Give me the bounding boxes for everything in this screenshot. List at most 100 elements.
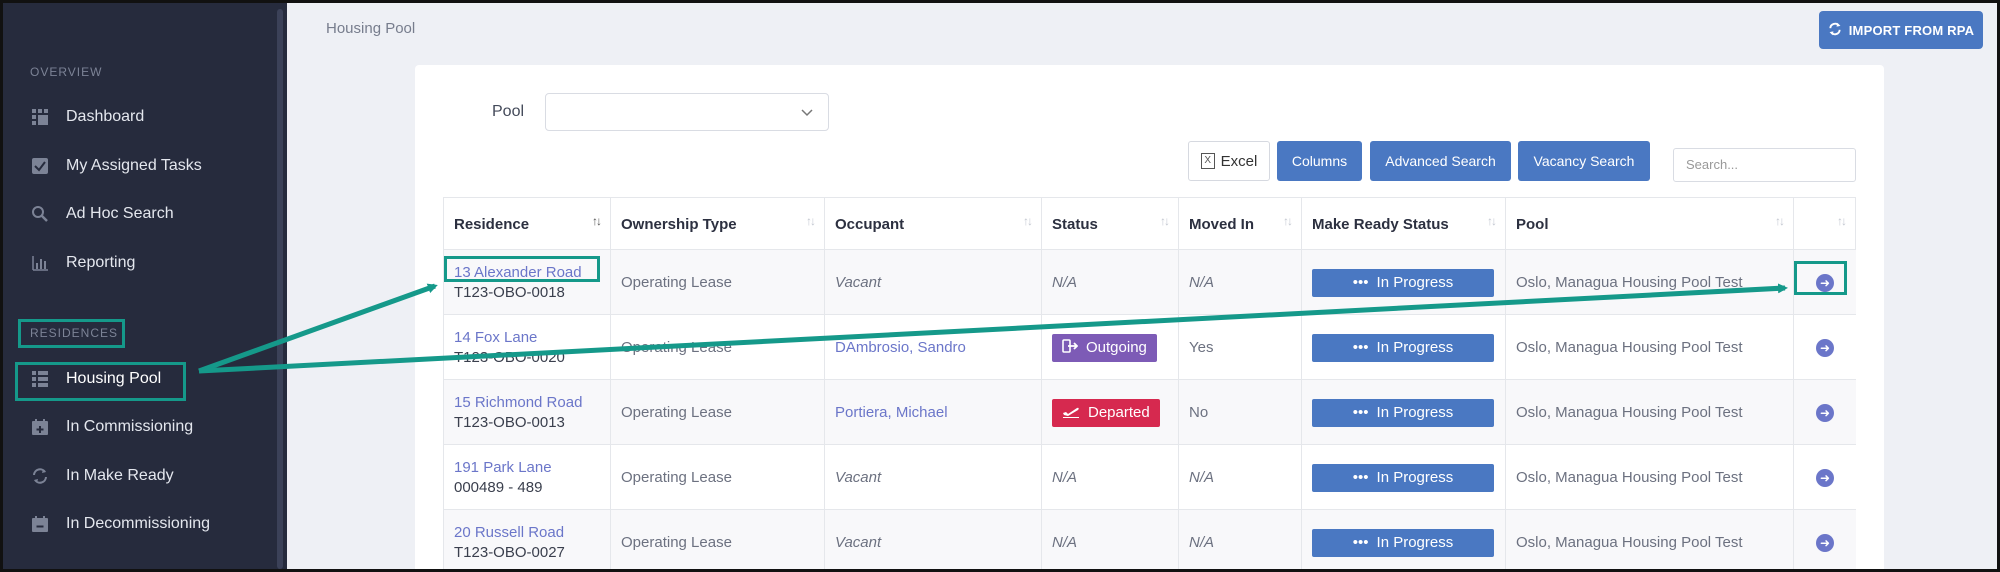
residence-cell: 15 Richmond Road T123-OBO-0013 <box>443 380 610 445</box>
residence-link[interactable]: 15 Richmond Road <box>454 394 610 411</box>
arrow-right-circle-icon[interactable]: ➜ <box>1816 338 1834 357</box>
refresh-icon <box>30 466 50 486</box>
moved-in-cell: N/A <box>1178 510 1301 569</box>
sidebar-item-my-assigned-tasks[interactable]: My Assigned Tasks <box>17 146 267 186</box>
import-button-label: IMPORT FROM RPA <box>1848 22 1975 38</box>
sidebar-item-label: Dashboard <box>66 108 145 125</box>
columns-button[interactable]: Columns <box>1277 141 1362 181</box>
arrow-right-circle-icon[interactable]: ➜ <box>1816 403 1834 422</box>
sign-out-icon <box>1062 338 1079 357</box>
residence-code: T123-OBO-0018 <box>454 284 565 301</box>
calendar-minus-icon <box>30 514 50 534</box>
sidebar-scrollbar[interactable] <box>277 9 283 569</box>
import-from-rpa-button[interactable]: IMPORT FROM RPA <box>1819 11 1983 49</box>
highlight-residences-label <box>18 319 125 348</box>
make-ready-status-button[interactable]: ••• In Progress <box>1312 333 1494 362</box>
column-header-actions[interactable]: ↑↓ <box>1793 198 1856 250</box>
column-header-occupant[interactable]: Occupant ↑↓ <box>824 198 1041 250</box>
column-header-residence[interactable]: Residence ↑↓ <box>443 198 610 250</box>
ellipsis-icon: ••• <box>1352 534 1369 551</box>
sidebar-item-in-commissioning[interactable]: In Commissioning <box>17 407 267 447</box>
occupant-link[interactable]: Portiera, Michael <box>835 404 1041 421</box>
moved-in-cell: N/A <box>1178 250 1301 315</box>
table-row: 14 Fox Lane T123-OBO-0020 Operating Leas… <box>443 315 1856 380</box>
status-badge: Departed <box>1052 398 1160 427</box>
residence-code: T123-OBO-0027 <box>454 544 565 561</box>
occupant-cell: Vacant <box>824 445 1041 510</box>
sidebar-item-label: In Commissioning <box>66 418 194 435</box>
sidebar: OVERVIEW Dashboard My Assigned Tasks Ad … <box>3 3 287 569</box>
page-title: Housing Pool <box>326 20 416 37</box>
status-cell: Outgoing <box>1041 315 1178 380</box>
make-ready-status-button[interactable]: ••• In Progress <box>1312 528 1494 557</box>
pool-cell: Oslo, Managua Housing Pool Test <box>1505 445 1793 510</box>
sort-icon: ↑↓ <box>1023 214 1033 228</box>
search-input[interactable]: Search... <box>1673 148 1856 182</box>
search-icon <box>30 204 50 224</box>
excel-export-button[interactable]: X Excel <box>1188 141 1270 181</box>
bar-chart-icon <box>30 253 50 273</box>
sidebar-item-in-decommissioning[interactable]: In Decommissioning <box>17 504 267 544</box>
sidebar-item-in-make-ready[interactable]: In Make Ready <box>17 456 267 496</box>
sidebar-item-label: Ad Hoc Search <box>66 205 174 222</box>
pool-cell: Oslo, Managua Housing Pool Test <box>1505 250 1793 315</box>
sidebar-item-dashboard[interactable]: Dashboard <box>17 97 267 137</box>
chevron-down-icon <box>800 105 814 124</box>
column-header-pool[interactable]: Pool ↑↓ <box>1505 198 1793 250</box>
refresh-icon <box>1828 22 1842 39</box>
sort-icon: ↑↓ <box>1775 214 1785 228</box>
highlight-housing-pool <box>15 362 186 401</box>
column-header-ownership-type[interactable]: Ownership Type ↑↓ <box>610 198 824 250</box>
section-label-overview: OVERVIEW <box>30 65 103 79</box>
residence-code: 000489 - 489 <box>454 479 543 496</box>
make-ready-status-button[interactable]: ••• In Progress <box>1312 463 1494 492</box>
residence-link[interactable]: 191 Park Lane <box>454 459 610 476</box>
pool-select[interactable] <box>545 93 829 131</box>
sort-icon: ↑↓ <box>1283 214 1293 228</box>
checkbox-icon <box>30 156 50 176</box>
make-ready-cell: ••• In Progress <box>1301 510 1505 569</box>
table-header: Residence ↑↓ Ownership Type ↑↓ Occupant ↑↓ … <box>443 198 1856 250</box>
advanced-search-button[interactable]: Advanced Search <box>1370 141 1511 181</box>
occupant-link[interactable]: DAmbrosio, Sandro <box>835 339 1041 356</box>
column-header-moved-in[interactable]: Moved In ↑↓ <box>1178 198 1301 250</box>
make-ready-cell: ••• In Progress <box>1301 315 1505 380</box>
occupant-cell: Vacant <box>824 250 1041 315</box>
table-row: 191 Park Lane 000489 - 489 Operating Lea… <box>443 445 1856 510</box>
residence-link[interactable]: 14 Fox Lane <box>454 329 610 346</box>
residence-cell: 14 Fox Lane T123-OBO-0020 <box>443 315 610 380</box>
sidebar-item-label: My Assigned Tasks <box>66 157 202 174</box>
column-header-status[interactable]: Status ↑↓ <box>1041 198 1178 250</box>
residence-cell: 191 Park Lane 000489 - 489 <box>443 445 610 510</box>
table-row: 15 Richmond Road T123-OBO-0013 Operating… <box>443 380 1856 445</box>
sidebar-item-reporting[interactable]: Reporting <box>17 243 267 283</box>
arrow-right-circle-icon[interactable]: ➜ <box>1816 468 1834 487</box>
make-ready-status-button[interactable]: ••• In Progress <box>1312 268 1494 297</box>
plane-departure-icon <box>1062 404 1080 422</box>
column-header-make-ready-status[interactable]: Make Ready Status ↑↓ <box>1301 198 1505 250</box>
ownership-cell: Operating Lease <box>610 445 824 510</box>
ownership-cell: Operating Lease <box>610 510 824 569</box>
arrow-right-circle-icon[interactable]: ➜ <box>1816 533 1834 552</box>
status-cell: N/A <box>1041 445 1178 510</box>
status-cell: N/A <box>1041 510 1178 569</box>
sort-icon: ↑↓ <box>1160 214 1170 228</box>
sidebar-item-label: Reporting <box>66 254 136 271</box>
status-cell: N/A <box>1041 250 1178 315</box>
occupant-cell: Vacant <box>824 510 1041 569</box>
pool-cell: Oslo, Managua Housing Pool Test <box>1505 315 1793 380</box>
sidebar-item-ad-hoc-search[interactable]: Ad Hoc Search <box>17 194 267 234</box>
status-cell: Departed <box>1041 380 1178 445</box>
action-cell: ➜ <box>1793 445 1856 510</box>
action-cell: ➜ <box>1793 315 1856 380</box>
dashboard-icon <box>30 107 50 127</box>
calendar-plus-icon <box>30 417 50 437</box>
ellipsis-icon: ••• <box>1352 469 1369 486</box>
residence-link[interactable]: 20 Russell Road <box>454 524 610 541</box>
vacancy-search-button[interactable]: Vacancy Search <box>1518 141 1650 181</box>
make-ready-status-button[interactable]: ••• In Progress <box>1312 398 1494 427</box>
table-row: 20 Russell Road T123-OBO-0027 Operating … <box>443 510 1856 569</box>
highlight-action-button <box>1794 261 1847 295</box>
sort-icon: ↑↓ <box>1487 214 1497 228</box>
moved-in-cell: N/A <box>1178 445 1301 510</box>
